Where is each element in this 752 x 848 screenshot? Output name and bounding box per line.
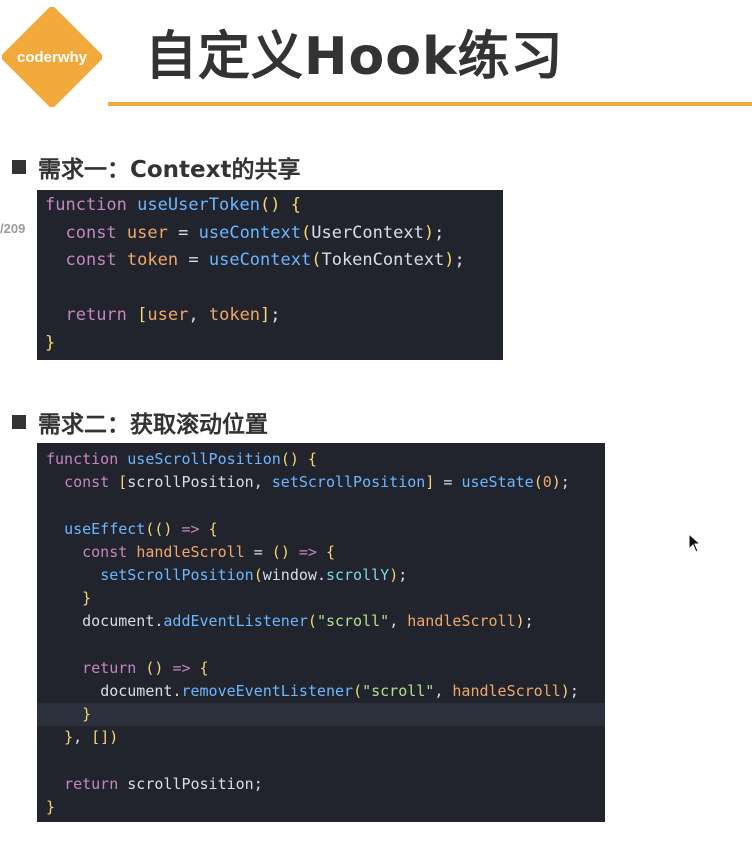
mouse-cursor-icon (688, 533, 702, 553)
requirement-1-heading: 需求一：Context的共享 (12, 150, 300, 184)
code-line: const [scrollPosition, setScrollPosition… (64, 473, 570, 492)
code-line: setScrollPosition(window.scrollY); (100, 565, 408, 584)
code-line: const handleScroll = () => { (82, 542, 335, 561)
coderwhy-logo: coderwhy (1, 6, 103, 108)
code-line: const user = useContext(UserContext); (65, 222, 445, 243)
title-underline (108, 102, 752, 106)
code-line: const token = useContext(TokenContext); (65, 250, 465, 270)
code-line: } (82, 589, 92, 608)
requirement-1-heading-text: 需求一：Context的共享 (38, 157, 301, 183)
logo-text: coderwhy (16, 48, 88, 66)
code-line: useEffect(() => { (64, 519, 218, 538)
code-line: } (37, 703, 605, 727)
code-line: } (46, 797, 56, 816)
code-line: function useScrollPosition() { (46, 450, 317, 468)
page-number: /209 (0, 221, 26, 236)
code-line: } (45, 332, 56, 353)
square-bullet-icon (12, 415, 26, 429)
code-line: document.removeEventListener("scroll", h… (100, 681, 579, 700)
code-line: function useUserToken() { (45, 195, 301, 215)
code-block-use-user-token: function useUserToken() { const user = u… (37, 190, 503, 360)
code-block-use-scroll-position: function useScrollPosition() { const [sc… (37, 443, 605, 822)
code-line: document.addEventListener("scroll", hand… (82, 612, 534, 631)
requirement-2-heading: 需求二：获取滚动位置 (12, 405, 268, 439)
code-line: return [user, token]; (65, 305, 281, 325)
code-line: return scrollPosition; (64, 774, 263, 793)
requirement-2-heading-text: 需求二：获取滚动位置 (38, 412, 268, 438)
code-line: }, []) (64, 728, 119, 747)
code-line: return () => { (82, 658, 209, 677)
square-bullet-icon (12, 160, 26, 174)
slide-title: 自定义Hook练习 (145, 27, 564, 87)
